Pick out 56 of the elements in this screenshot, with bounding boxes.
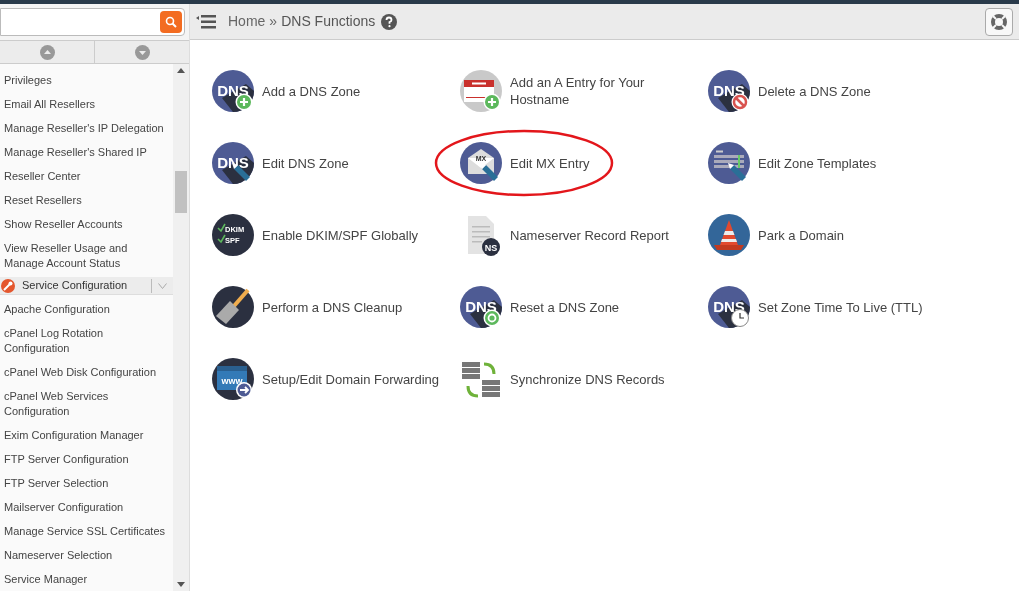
function-link[interactable]: Enable DKIM/SPF Globally [262, 226, 439, 244]
sidebar-link[interactable]: FTP Server Configuration [0, 447, 174, 471]
scroll-up-arrow-icon [177, 68, 186, 73]
sidebar-link[interactable]: Mailserver Configuration [0, 495, 174, 519]
search-icon [165, 16, 177, 28]
sidebar-link[interactable]: Reset Resellers [0, 188, 174, 212]
chevron-icon [158, 282, 168, 289]
page-title: DNS Functions [281, 12, 376, 31]
function-link[interactable]: Synchronize DNS Records [510, 370, 685, 388]
function-link[interactable]: Nameserver Record Report [510, 226, 689, 244]
function-link[interactable]: Edit Zone Templates [758, 154, 897, 172]
function-link[interactable]: Reset a DNS Zone [510, 298, 640, 316]
sidebar-link[interactable]: Manage Service SSL Certificates [0, 519, 174, 543]
sidebar-link[interactable]: Exim Configuration Manager [0, 423, 174, 447]
function-link[interactable]: Edit MX Entry [510, 154, 610, 172]
sidebar-link[interactable]: cPanel Log Rotation Configuration [0, 321, 174, 360]
function-link[interactable]: Add a DNS Zone [262, 82, 381, 100]
help-icon[interactable] [381, 13, 398, 30]
function-link[interactable]: Setup/Edit Domain Forwarding [262, 370, 460, 388]
sidebar-link[interactable]: Service Manager [0, 567, 174, 591]
sidebar-link[interactable]: Show Reseller Accounts [0, 212, 174, 236]
sidebar-link[interactable]: Privileges [0, 68, 174, 92]
sidebar-link[interactable]: cPanel Web Disk Configuration [0, 360, 174, 384]
function-link[interactable]: Edit DNS Zone [262, 154, 369, 172]
sidebar-link[interactable]: Manage Reseller's Shared IP [0, 140, 174, 164]
lifebuoy-icon [990, 12, 1008, 31]
www-forward-icon: www [212, 358, 254, 400]
sidebar-link[interactable]: Manage Reseller's IP Delegation [0, 116, 174, 140]
sidebar-link[interactable]: FTP Server Selection [0, 471, 174, 495]
sidebar-link[interactable]: View Reseller Usage and Manage Account Status [0, 236, 174, 275]
search-button[interactable] [160, 11, 182, 33]
breadcrumb-separator: » [269, 12, 278, 31]
sidebar-link[interactable]: Apache Configuration [0, 297, 174, 321]
template-edit-icon [708, 142, 750, 184]
sidebar-section-header[interactable]: Service Configuration [0, 277, 174, 295]
function-link[interactable]: Add an A Entry for Your Hostname [510, 74, 708, 108]
wrench-icon [1, 278, 15, 293]
search-field[interactable] [0, 8, 185, 36]
cone-icon [708, 214, 750, 256]
scroll-down-arrow-icon [177, 582, 186, 587]
sidebar-link[interactable]: cPanel Web Services Configuration [0, 384, 174, 423]
function-link[interactable]: Park a Domain [758, 226, 864, 244]
breadcrumb-home-link[interactable]: Home [228, 11, 266, 32]
sidebar-link[interactable]: Nameserver Selection [0, 543, 174, 567]
function-link[interactable]: Delete a DNS Zone [758, 82, 891, 100]
scrollbar[interactable] [173, 64, 189, 591]
function-link[interactable]: Set Zone Time To Live (TTL) [758, 298, 943, 316]
support-button[interactable] [985, 7, 1013, 36]
function-link[interactable]: Perform a DNS Cleanup [262, 298, 423, 316]
sidebar-link[interactable]: Reseller Center [0, 164, 174, 188]
sidebar-link[interactable]: Email All Resellers [0, 92, 174, 116]
menu-icon[interactable] [196, 14, 216, 29]
section-title: Service Configuration [22, 278, 129, 294]
broom-icon [212, 286, 254, 328]
hello-add-icon [460, 70, 502, 112]
scrollbar-thumb[interactable] [175, 171, 187, 213]
